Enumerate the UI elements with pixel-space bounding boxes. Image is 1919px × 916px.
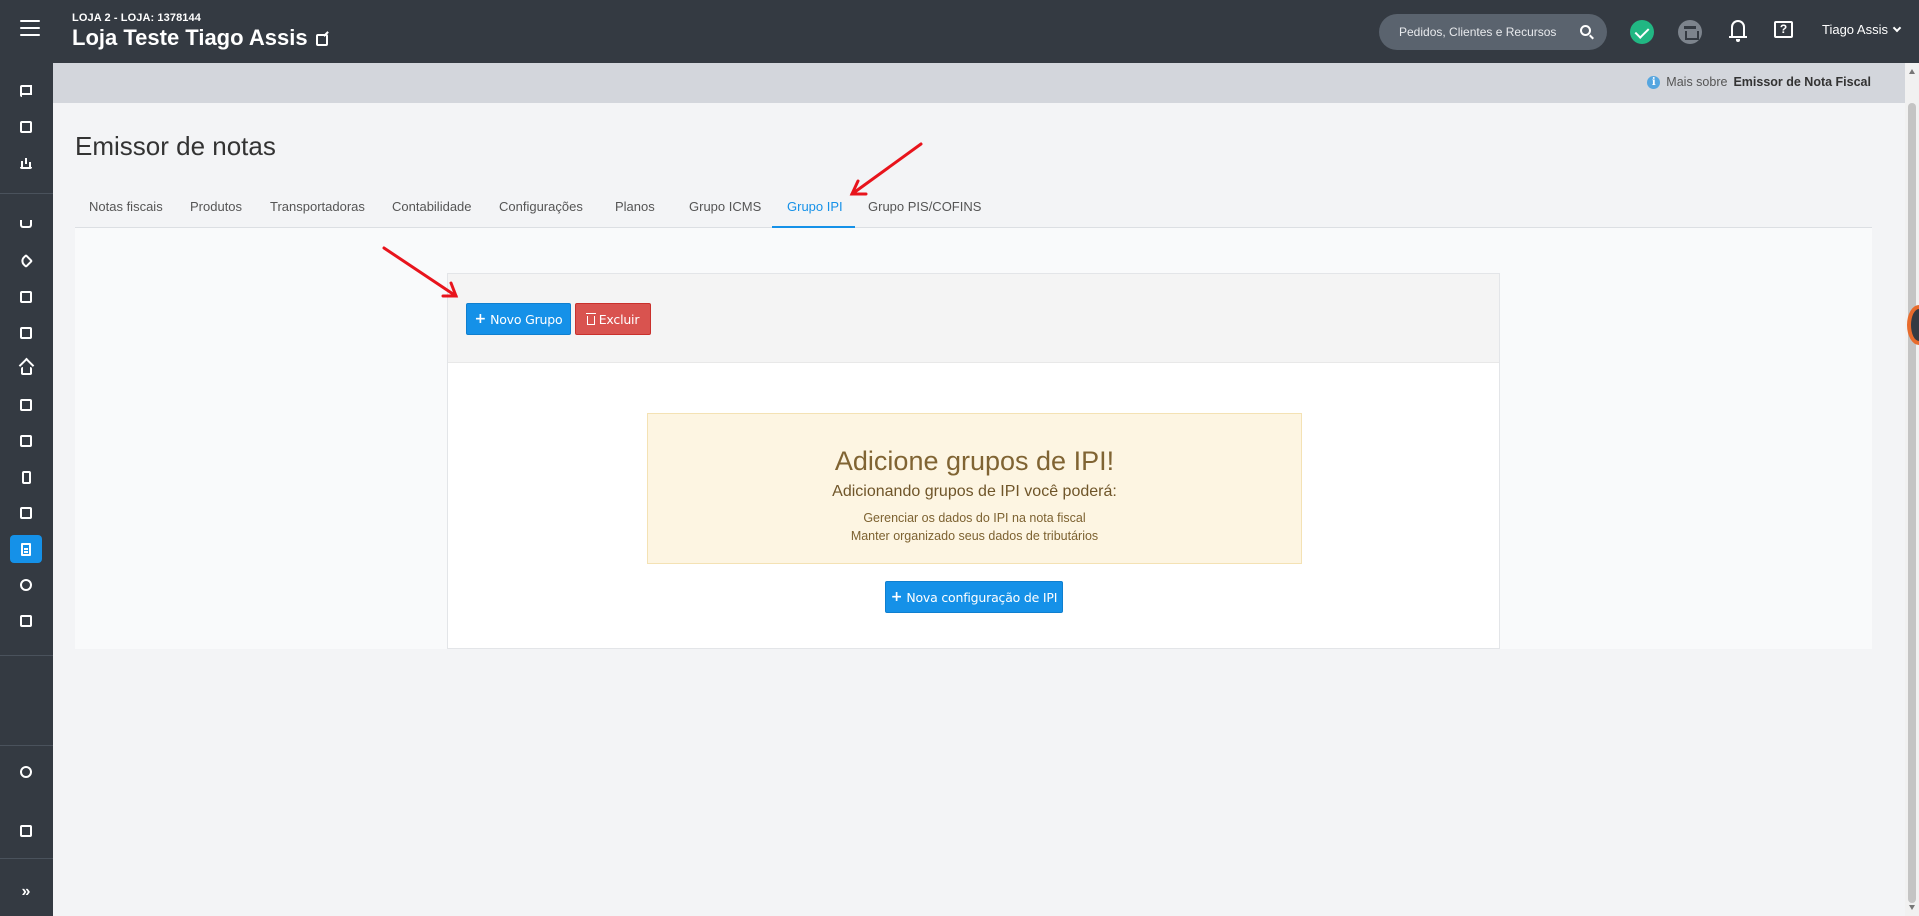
tab-grupo-pis-cofins[interactable]: Grupo PIS/COFINS [868, 199, 981, 214]
expand-icon[interactable]: » [10, 878, 42, 906]
scrollbar-thumb[interactable] [1908, 103, 1916, 903]
feedback-icon[interactable] [10, 817, 42, 845]
card-toolbar: + Novo Grupo Excluir [448, 274, 1499, 363]
plus-icon: + [890, 589, 903, 605]
mail-icon[interactable] [10, 499, 42, 527]
bell-icon[interactable] [1729, 20, 1747, 42]
new-group-button[interactable]: + Novo Grupo [466, 303, 571, 335]
tab-transportadoras[interactable]: Transportadoras [270, 199, 365, 214]
tab-grupo-icms[interactable]: Grupo ICMS [689, 199, 761, 214]
desktop-icon[interactable] [10, 391, 42, 419]
tab-planos[interactable]: Planos [615, 199, 655, 214]
monitor-icon[interactable] [10, 319, 42, 347]
delete-button[interactable]: Excluir [575, 303, 651, 335]
arrow-to-tab [850, 142, 923, 196]
calculator-icon[interactable] [10, 113, 42, 141]
user-name: Tiago Assis [1822, 22, 1888, 37]
tag-icon[interactable] [10, 247, 42, 275]
help-icon[interactable]: ? [1774, 21, 1793, 38]
ipi-group-card: + Novo Grupo Excluir Adicione grupos de … [447, 273, 1500, 649]
tab-bar: Notas fiscais Produtos Transportadoras C… [75, 193, 1872, 228]
external-link-icon[interactable] [315, 34, 328, 46]
user-menu[interactable]: Tiago Assis [1822, 22, 1902, 37]
menu-icon[interactable] [20, 20, 40, 36]
search-input[interactable]: Pedidos, Clientes e Recursos [1379, 14, 1607, 50]
help-link-label: Emissor de Nota Fiscal [1733, 75, 1871, 89]
scroll-down-icon[interactable] [1909, 905, 1915, 910]
store-name-label: Loja Teste Tiago Assis [72, 25, 308, 50]
empty-state-bullet: Gerenciar os dados do IPI na nota fiscal [863, 511, 1086, 525]
empty-state-subtitle: Adicionando grupos de IPI você poderá: [832, 483, 1117, 500]
empty-state-alert: Adicione grupos de IPI! Adicionando grup… [647, 413, 1302, 564]
bank-icon[interactable] [1678, 20, 1702, 44]
page-title: Emissor de notas [75, 131, 276, 161]
tab-configuracoes[interactable]: Configurações [499, 199, 583, 214]
phone-icon[interactable] [10, 463, 42, 491]
store-name[interactable]: Loja Teste Tiago Assis [72, 25, 328, 51]
plus-icon: + [474, 311, 487, 327]
delete-label: Excluir [598, 311, 640, 327]
trash-icon [585, 312, 596, 325]
new-group-label: Novo Grupo [490, 311, 563, 327]
scrollbar[interactable] [1905, 63, 1919, 916]
info-strip: i Mais sobre Emissor de Nota Fiscal [53, 63, 1905, 103]
cart-icon[interactable] [10, 211, 42, 239]
tv-icon[interactable] [10, 283, 42, 311]
scroll-up-icon[interactable] [1909, 69, 1915, 74]
tab-contabilidade[interactable]: Contabilidade [392, 199, 472, 214]
help-link[interactable]: i Mais sobre Emissor de Nota Fiscal [1647, 75, 1871, 89]
empty-state-title: Adicione grupos de IPI! [834, 446, 1115, 476]
tab-produtos[interactable]: Produtos [190, 199, 242, 214]
home-icon[interactable] [10, 355, 42, 383]
tab-notas-fiscais[interactable]: Notas fiscais [89, 199, 163, 214]
layout-icon[interactable] [10, 427, 42, 455]
store-subtitle: LOJA 2 - LOJA: 1378144 [72, 12, 201, 24]
empty-state-bullet: Manter organizado seus dados de tributár… [850, 529, 1099, 543]
info-icon: i [1647, 75, 1661, 89]
search-icon[interactable] [1580, 25, 1591, 36]
flag-icon[interactable] [10, 77, 42, 105]
chevron-down-icon [1892, 23, 1902, 33]
new-ipi-config-label: Nova configuração de IPI [906, 589, 1058, 605]
search-placeholder: Pedidos, Clientes e Recursos [1399, 25, 1557, 39]
gear-icon[interactable] [10, 758, 42, 786]
tab-grupo-ipi[interactable]: Grupo IPI [787, 199, 843, 214]
box-icon[interactable] [10, 571, 42, 599]
sidebar: » [0, 63, 53, 916]
chart-icon[interactable] [10, 149, 42, 177]
new-ipi-config-button[interactable]: + Nova configuração de IPI [885, 581, 1063, 613]
top-bar: LOJA 2 - LOJA: 1378144 Loja Teste Tiago … [0, 0, 1919, 63]
help-prefix: Mais sobre [1666, 75, 1728, 89]
document-icon[interactable] [10, 535, 42, 563]
status-check-icon[interactable] [1630, 20, 1654, 44]
bag-icon[interactable] [10, 607, 42, 635]
